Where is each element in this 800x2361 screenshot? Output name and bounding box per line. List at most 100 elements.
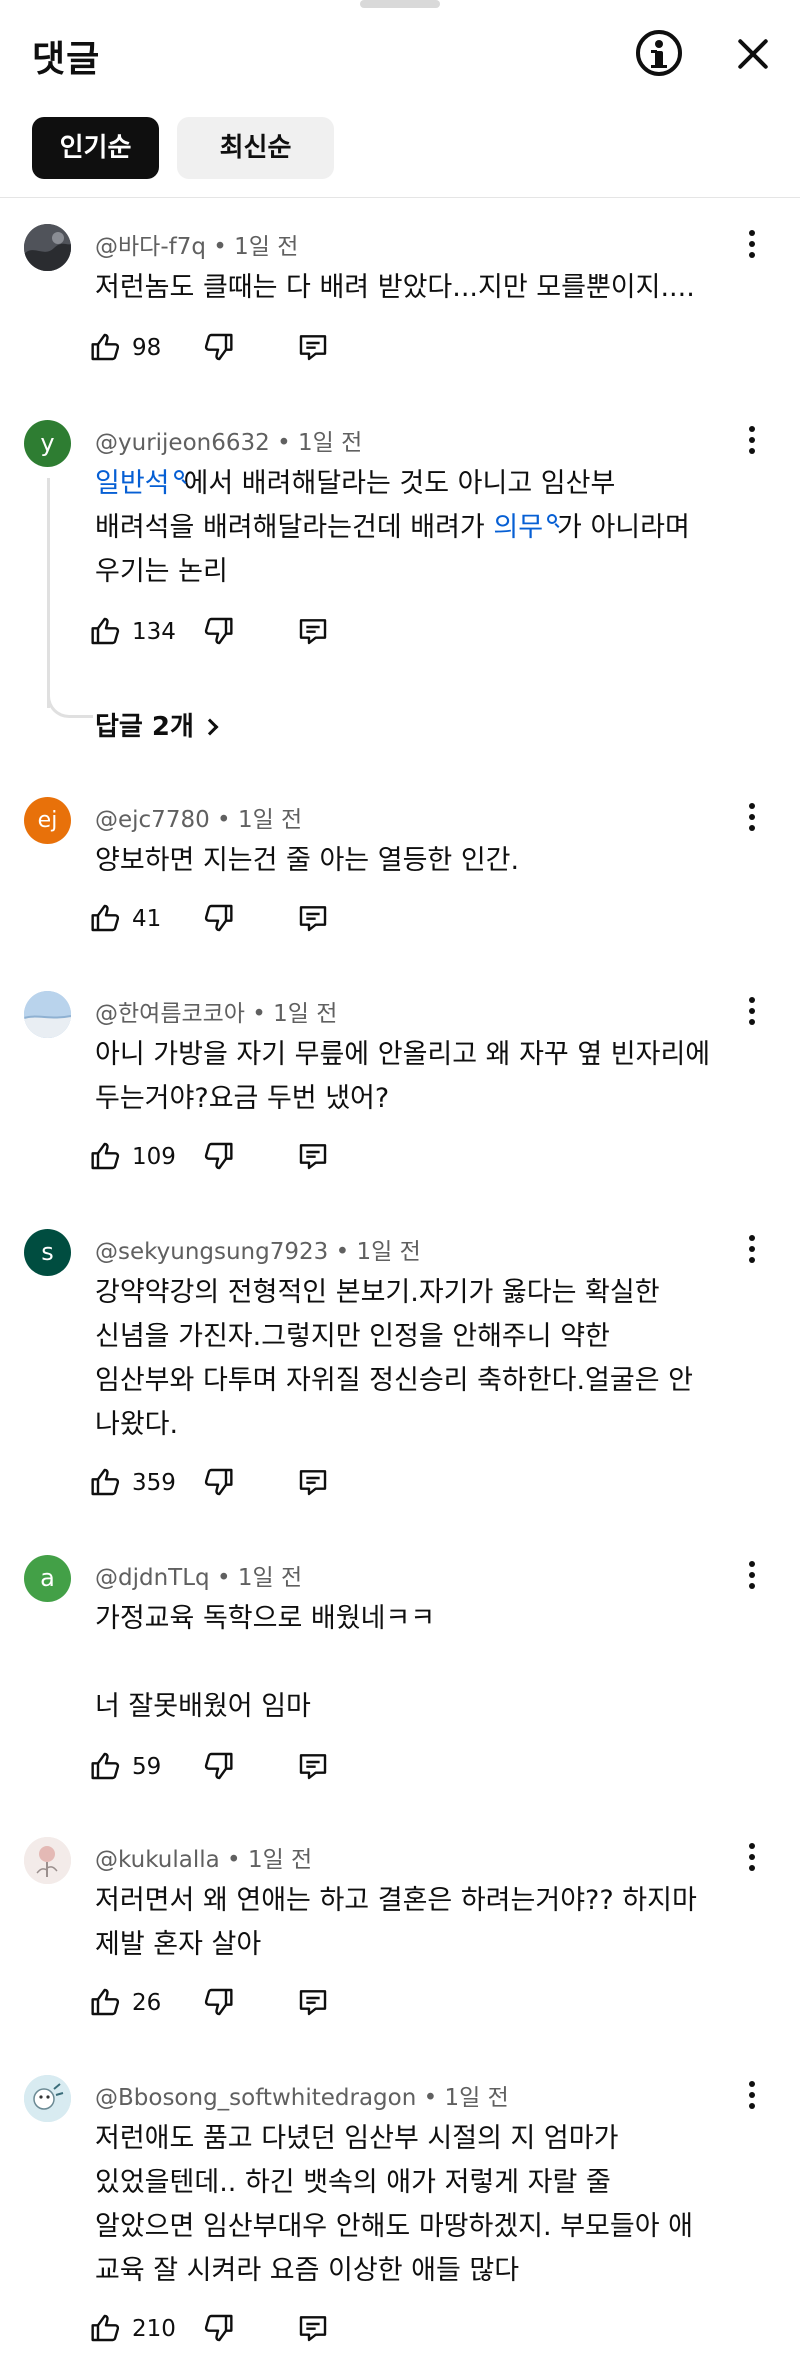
thumbs-up-icon — [91, 333, 120, 361]
comment-time: 1일 전 — [234, 234, 299, 260]
chevron-right-icon — [201, 718, 219, 736]
more-options-icon[interactable] — [740, 2075, 764, 2115]
dislike-button[interactable] — [202, 1750, 234, 1786]
dislike-button[interactable] — [202, 331, 234, 367]
comment-line: 교육 잘 시켜라 요즘 이상한 애들 많다 — [95, 2255, 520, 2286]
reply-comment-icon — [299, 2316, 327, 2342]
comment-text: 저런애도 품고 다녔던 임산부 시절의 지 엄마가 있었을텐데.. 하긴 뱃속의… — [95, 2117, 745, 2293]
comment-line: 두는거야?요금 두번 냈어? — [95, 1083, 390, 1114]
comment-author[interactable]: @yurijeon6632 — [95, 430, 270, 456]
comment-line: 있었을텐데.. 하긴 뱃속의 애가 저렇게 자랄 줄 — [95, 2167, 611, 2198]
comment-time: 1일 전 — [247, 1847, 313, 1873]
dislike-button[interactable] — [202, 1466, 234, 1502]
comment-text: 저런놈도 클때는 다 배려 받았다...지만 모를뿐이지.... — [95, 266, 745, 310]
comment-actions: 359 — [90, 1462, 390, 1506]
search-link[interactable]: 일반석 — [95, 468, 184, 499]
avatar[interactable]: y — [24, 420, 71, 467]
comment-meta: @djdnTLq • 1일 전 — [95, 1565, 303, 1591]
close-icon[interactable] — [733, 34, 773, 74]
comment-meta: @바다-f7q • 1일 전 — [95, 234, 299, 260]
like-count: 210 — [132, 2316, 176, 2342]
avatar[interactable] — [24, 1837, 71, 1884]
more-options-icon[interactable] — [740, 1229, 764, 1269]
panel-title: 댓글 — [32, 39, 101, 80]
like-count: 98 — [132, 335, 162, 361]
avatar[interactable]: s — [24, 1229, 71, 1276]
sort-chip-popular[interactable]: 인기순 — [32, 117, 159, 179]
dislike-button[interactable] — [202, 1986, 234, 2022]
more-options-icon[interactable] — [740, 1837, 764, 1877]
comment-meta: @sekyungsung7923 • 1일 전 — [95, 1239, 421, 1265]
comment-meta: @yurijeon6632 • 1일 전 — [95, 430, 363, 456]
comment-meta: @한여름코코아 • 1일 전 — [95, 1001, 338, 1027]
comment-author[interactable]: @ejc7780 — [95, 807, 210, 833]
view-replies-button[interactable]: 답글 2개 — [95, 706, 219, 743]
comment-line: 저러면서 왜 연애는 하고 결혼은 하려는거야?? 하지마 — [95, 1885, 697, 1916]
like-count: 109 — [132, 1144, 176, 1170]
comment-author[interactable]: @Bbosong_softwhitedragon — [95, 2085, 416, 2111]
comment-actions: 98 — [90, 327, 390, 371]
comment-text: 일반석 에서 배려해달라는 것도 아니고 임산부 배려석을 배려해달라는건데 배려… — [95, 462, 745, 594]
comment-actions: 59 — [90, 1746, 390, 1790]
more-options-icon[interactable] — [740, 420, 764, 460]
reply-button[interactable] — [296, 1750, 330, 1786]
thumbs-up-icon — [91, 1988, 120, 2016]
avatar[interactable]: ej — [24, 797, 71, 844]
comment-actions: 210 — [90, 2308, 390, 2352]
comment-line: 신념을 가진자.그렇지만 인정을 안해주니 약한 — [95, 1321, 610, 1352]
comment-author[interactable]: @kukulalla — [95, 1847, 220, 1873]
comment-meta: @Bbosong_softwhitedragon • 1일 전 — [95, 2085, 509, 2111]
comment-actions: 41 — [90, 898, 390, 942]
reply-comment-icon — [299, 1754, 327, 1780]
avatar[interactable]: a — [24, 1555, 71, 1602]
comment-time: 1일 전 — [273, 1001, 338, 1027]
comment-line: 일반석 에서 배려해달라는 것도 아니고 임산부 — [95, 468, 616, 499]
comment-text: 아니 가방을 자기 무릎에 안올리고 왜 자꾸 옆 빈자리에 두는거야?요금 두… — [95, 1033, 745, 1121]
comment-meta: @kukulalla • 1일 전 — [95, 1847, 313, 1873]
comment-author[interactable]: @sekyungsung7923 — [95, 1239, 328, 1265]
thread-line — [47, 478, 50, 708]
reply-comment-icon — [299, 1990, 327, 2016]
dislike-button[interactable] — [202, 902, 234, 938]
comment-line: 가정교육 독학으로 배웠네ㅋㅋ — [95, 1603, 436, 1634]
dislike-button[interactable] — [202, 2312, 234, 2348]
thumbs-down-icon — [204, 617, 233, 645]
search-link[interactable]: 의무 — [493, 512, 558, 543]
comment-line: 저런놈도 클때는 다 배려 받았다...지만 모를뿐이지.... — [95, 272, 695, 303]
avatar[interactable] — [24, 2075, 71, 2122]
dislike-button[interactable] — [202, 1140, 234, 1176]
comment-author[interactable]: @바다-f7q — [95, 234, 206, 260]
more-options-icon[interactable] — [740, 991, 764, 1031]
comment-line: 저런애도 품고 다녔던 임산부 시절의 지 엄마가 — [95, 2123, 619, 2154]
thumbs-up-icon — [91, 1142, 120, 1170]
comment-line: 제발 혼자 살아 — [95, 1929, 262, 1960]
comment-time: 1일 전 — [297, 430, 363, 456]
reply-button[interactable] — [296, 2312, 330, 2348]
comment-author[interactable]: @djdnTLq — [95, 1565, 210, 1591]
reply-comment-icon — [299, 1470, 327, 1496]
thumbs-down-icon — [204, 1752, 233, 1780]
comment-line: 알았으면 임산부대우 안해도 마땅하겠지. 부모들아 애 — [95, 2211, 693, 2242]
sort-chip-newest[interactable]: 최신순 — [177, 117, 334, 179]
more-options-icon[interactable] — [740, 1555, 764, 1595]
info-icon[interactable] — [636, 30, 682, 76]
reply-button[interactable] — [296, 1986, 330, 2022]
reply-button[interactable] — [296, 331, 330, 367]
reply-button[interactable] — [296, 615, 330, 651]
more-options-icon[interactable] — [740, 797, 764, 837]
comment-author[interactable]: @한여름코코아 — [95, 1001, 245, 1027]
reply-button[interactable] — [296, 1466, 330, 1502]
comment-time: 1일 전 — [444, 2085, 509, 2111]
search-icon — [547, 514, 558, 524]
avatar[interactable] — [24, 991, 71, 1038]
reply-button[interactable] — [296, 902, 330, 938]
more-options-icon[interactable] — [740, 224, 764, 264]
dislike-button[interactable] — [202, 615, 234, 651]
reply-button[interactable] — [296, 1140, 330, 1176]
comment-line: 임산부와 다투며 자위질 정신승리 축하한다.얼굴은 안 — [95, 1365, 693, 1396]
comment-actions: 26 — [90, 1982, 390, 2026]
comment-text: 저러면서 왜 연애는 하고 결혼은 하려는거야?? 하지마 제발 혼자 살아 — [95, 1879, 745, 1967]
reply-comment-icon — [299, 906, 327, 932]
thumbs-down-icon — [204, 2314, 233, 2342]
avatar[interactable] — [24, 224, 71, 271]
